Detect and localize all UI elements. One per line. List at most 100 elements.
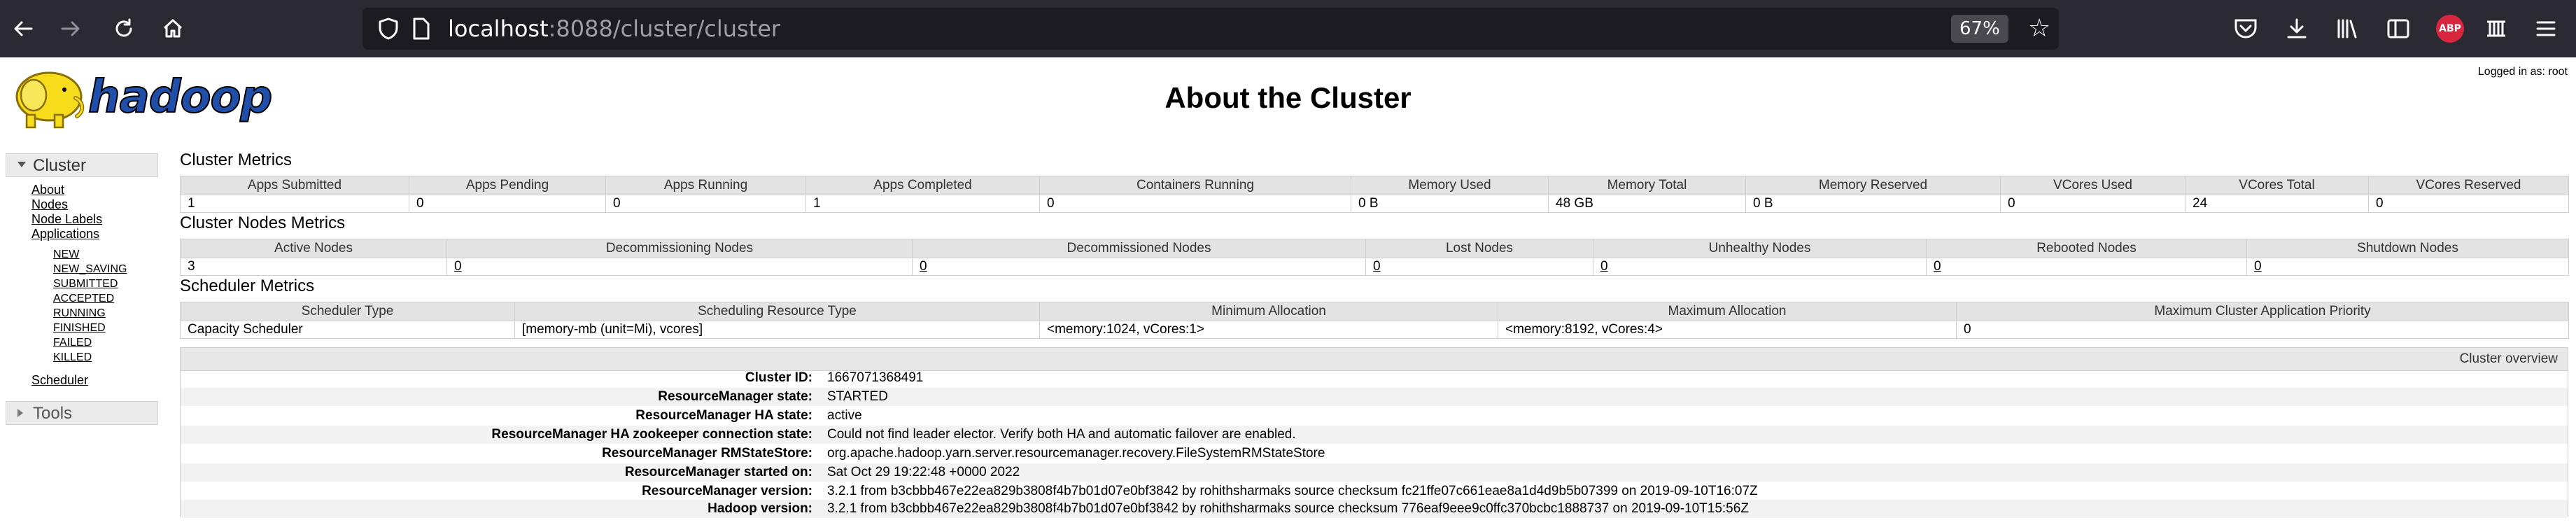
menu-icon[interactable] (2532, 15, 2560, 43)
nav-link-app-new-saving[interactable]: NEW_SAVING (53, 263, 127, 276)
url-bar[interactable]: localhost:8088/cluster/cluster 67% ☆ (363, 8, 2059, 50)
info-row-rm-ha-state: ResourceManager HA state: active (181, 407, 2568, 425)
table-cell: 1 (180, 195, 409, 213)
scheduler-metrics-table: Scheduler Type Scheduling Resource Type … (180, 302, 2569, 339)
col-header: Memory Used (1351, 176, 1549, 195)
library-icon[interactable] (2334, 15, 2362, 43)
download-icon[interactable] (2283, 15, 2311, 43)
cluster-nav-header[interactable]: Cluster (6, 153, 158, 177)
nav-link-app-accepted[interactable]: ACCEPTED (53, 293, 114, 305)
col-header: VCores Reserved (2368, 176, 2569, 195)
nav-link-nodes[interactable]: Nodes (31, 197, 68, 211)
col-header: Scheduler Type (180, 302, 515, 321)
adblock-plus-icon[interactable]: ABP (2436, 15, 2464, 43)
info-value: active (827, 408, 862, 423)
nav-link-app-failed[interactable]: FAILED (53, 337, 92, 349)
cell-link-text[interactable]: 0 (920, 259, 927, 274)
table-cell: 0 B (1745, 195, 2001, 213)
table-cell: <memory:1024, vCores:1> (1039, 321, 1498, 339)
arrow-right-icon (61, 21, 80, 36)
info-value: 1667071368491 (827, 370, 924, 385)
nav-link-app-submitted[interactable]: SUBMITTED (53, 278, 118, 290)
page-title: About the Cluster (1164, 81, 1412, 114)
cell-link-text[interactable]: 0 (454, 259, 462, 274)
info-row-rm-statestore: ResourceManager RMStateStore: org.apache… (181, 444, 2568, 463)
table-cell: 48 GB (1548, 195, 1746, 213)
table-row: Capacity Scheduler [memory-mb (unit=Mi),… (180, 321, 2569, 339)
col-header: Decommissioned Nodes (912, 239, 1366, 258)
col-header: Decommissioning Nodes (446, 239, 913, 258)
shield-icon[interactable] (376, 17, 400, 41)
info-key: Cluster ID: (745, 370, 812, 385)
table-cell: 0 (2000, 195, 2186, 213)
table-cell-link[interactable]: 0 (1365, 258, 1593, 276)
info-row-rm-started: ResourceManager started on: Sat Oct 29 1… (181, 463, 2568, 482)
info-value: 3.2.1 from b3cbbb467e22ea829b3808f4b7b01… (827, 484, 1758, 498)
caret-right-icon (17, 409, 23, 417)
table-cell-link[interactable]: 0 (912, 258, 1366, 276)
col-header: Memory Total (1548, 176, 1746, 195)
home-button[interactable] (156, 12, 190, 46)
nav-link-scheduler[interactable]: Scheduler (31, 373, 88, 387)
table-cell-link[interactable]: 0 (2246, 258, 2569, 276)
reload-icon (115, 18, 132, 37)
table-cell: 0 (2368, 195, 2569, 213)
col-header: Apps Pending (409, 176, 606, 195)
zoom-level-badge[interactable]: 67% (1951, 15, 2008, 43)
table-row: 1 0 0 1 0 0 B 48 GB 0 B 0 24 0 (180, 195, 2569, 213)
cell-link-text[interactable]: 0 (2254, 259, 2262, 274)
info-row-rm-state: ResourceManager state: STARTED (181, 388, 2568, 406)
url-host: localhost (448, 15, 549, 42)
nav-link-about[interactable]: About (31, 183, 64, 197)
bookmark-star-icon[interactable]: ☆ (2028, 16, 2050, 41)
cell-link-text[interactable]: 0 (1373, 259, 1381, 274)
table-cell: 24 (2185, 195, 2369, 213)
table-cell-link[interactable]: 0 (1926, 258, 2247, 276)
home-icon (163, 19, 183, 38)
nav-link-app-new[interactable]: NEW (53, 248, 79, 261)
col-header: Apps Submitted (180, 176, 409, 195)
table-cell: Capacity Scheduler (180, 321, 515, 339)
table-cell: 0 (1039, 195, 1351, 213)
info-value: Sat Oct 29 19:22:48 +0000 2022 (827, 465, 1020, 479)
col-header: Shutdown Nodes (2246, 239, 2569, 258)
table-cell: 0 (605, 195, 806, 213)
forward-button[interactable] (54, 12, 87, 46)
cluster-nav-label: Cluster (33, 156, 87, 175)
sidebar-icon[interactable] (2384, 15, 2412, 43)
pocket-icon[interactable] (2232, 15, 2260, 43)
browser-toolbar: localhost:8088/cluster/cluster 67% ☆ ABP (0, 0, 2576, 57)
table-row: 3 0 0 0 0 0 0 (180, 258, 2569, 276)
info-key: ResourceManager state: (658, 389, 812, 404)
table-cell-link[interactable]: 0 (1593, 258, 1927, 276)
extension-grid-icon[interactable] (2482, 15, 2510, 43)
table-cell-link[interactable]: 0 (446, 258, 913, 276)
col-header: Apps Completed (805, 176, 1040, 195)
logged-in-user: Logged in as: root (2477, 66, 2568, 78)
cluster-metrics-table: Apps Submitted Apps Pending Apps Running… (180, 176, 2569, 213)
col-header: Apps Running (605, 176, 806, 195)
info-key: ResourceManager version: (642, 484, 812, 498)
info-value: Could not find leader elector. Verify bo… (827, 427, 1296, 442)
table-cell: <memory:8192, vCores:4> (1498, 321, 1957, 339)
reload-button[interactable] (107, 12, 141, 46)
nav-link-app-finished[interactable]: FINISHED (53, 322, 106, 335)
col-header: Maximum Cluster Application Priority (1956, 302, 2569, 321)
tools-nav-header[interactable]: Tools (6, 401, 158, 425)
nodes-metrics-title: Cluster Nodes Metrics (180, 214, 346, 232)
back-button[interactable] (6, 12, 40, 46)
nav-link-app-killed[interactable]: KILLED (53, 351, 92, 364)
col-header: VCores Used (2000, 176, 2186, 195)
info-value: STARTED (827, 389, 888, 404)
nav-link-applications[interactable]: Applications (31, 227, 99, 241)
nav-link-node-labels[interactable]: Node Labels (31, 212, 102, 226)
url-text[interactable]: localhost:8088/cluster/cluster (448, 15, 780, 42)
cell-link-text[interactable]: 0 (1600, 259, 1608, 274)
page-info-icon[interactable] (411, 18, 431, 40)
nodes-metrics-table: Active Nodes Decommissioning Nodes Decom… (180, 239, 2569, 276)
col-header: Containers Running (1039, 176, 1351, 195)
info-row-hadoop-version: Hadoop version: 3.2.1 from b3cbbb467e22e… (181, 500, 2568, 518)
table-cell: 0 B (1351, 195, 1549, 213)
cell-link-text[interactable]: 0 (1934, 259, 1941, 274)
nav-link-app-running[interactable]: RUNNING (53, 307, 106, 320)
